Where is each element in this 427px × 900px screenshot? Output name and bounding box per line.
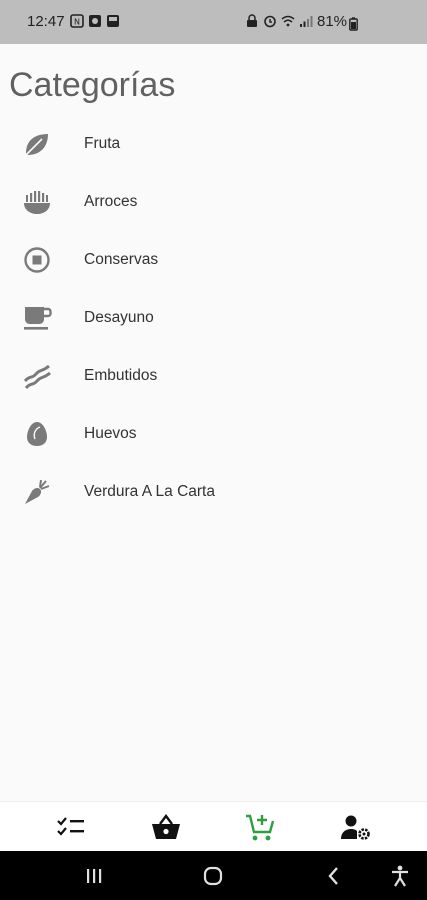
add-to-cart-icon (246, 814, 275, 841)
category-label: Huevos (84, 425, 137, 442)
home-icon (203, 866, 223, 886)
app-notification-icon: N (70, 14, 84, 28)
accessibility-icon (392, 865, 408, 887)
egg-icon (27, 422, 47, 446)
category-item-arroces[interactable]: Arroces (0, 173, 427, 231)
home-button[interactable] (199, 863, 227, 889)
status-time: 12:47 (27, 13, 65, 30)
nav-add-to-cart-button[interactable] (240, 810, 280, 844)
bottom-navigation (0, 801, 427, 852)
user-settings-icon (341, 815, 370, 840)
gallery-notification-icon (107, 15, 119, 27)
system-status-icons (245, 14, 313, 28)
bacon-icon (23, 364, 51, 390)
recent-apps-icon (87, 869, 102, 883)
category-label: Arroces (84, 193, 138, 210)
shield-notification-icon (89, 15, 101, 27)
svg-text:N: N (74, 18, 80, 27)
back-icon (328, 867, 338, 885)
recent-apps-button[interactable] (80, 863, 108, 889)
category-label: Fruta (84, 135, 121, 152)
rice-bowl-icon (24, 191, 50, 214)
checklist-icon (57, 817, 84, 836)
category-list: Fruta Arroces Conservas Desayuno Embutid… (0, 115, 427, 521)
category-label: Conservas (84, 251, 159, 268)
coffee-cup-icon (24, 307, 52, 330)
signal-icon (300, 16, 313, 27)
battery-icon (349, 17, 358, 31)
stop-circle-icon (24, 247, 50, 273)
alarm-icon (264, 15, 276, 28)
category-item-verdura-a-la-carta[interactable]: Verdura A La Carta (0, 463, 427, 521)
wifi-icon (281, 15, 295, 27)
page-title: Categorías (9, 66, 176, 104)
system-navigation-bar (0, 851, 427, 900)
nav-user-settings-button[interactable] (336, 810, 376, 844)
category-item-desayuno[interactable]: Desayuno (0, 289, 427, 347)
status-bar: 12:47 N 81% (0, 0, 427, 44)
back-button[interactable] (320, 863, 348, 889)
nav-basket-button[interactable] (146, 810, 186, 844)
notification-icons: N (70, 14, 120, 28)
category-item-embutidos[interactable]: Embutidos (0, 347, 427, 405)
carrot-icon (25, 479, 50, 504)
leaf-icon (26, 134, 48, 155)
category-item-huevos[interactable]: Huevos (0, 405, 427, 463)
category-item-conservas[interactable]: Conservas (0, 231, 427, 289)
category-label: Embutidos (84, 367, 158, 384)
accessibility-button[interactable] (386, 863, 414, 889)
category-item-fruta[interactable]: Fruta (0, 115, 427, 173)
basket-icon (152, 814, 180, 839)
nav-lists-button[interactable] (51, 810, 91, 844)
battery-level: 81% (317, 13, 348, 30)
category-label: Verdura A La Carta (84, 483, 215, 500)
lock-status-icon (247, 14, 257, 27)
category-label: Desayuno (84, 309, 154, 326)
